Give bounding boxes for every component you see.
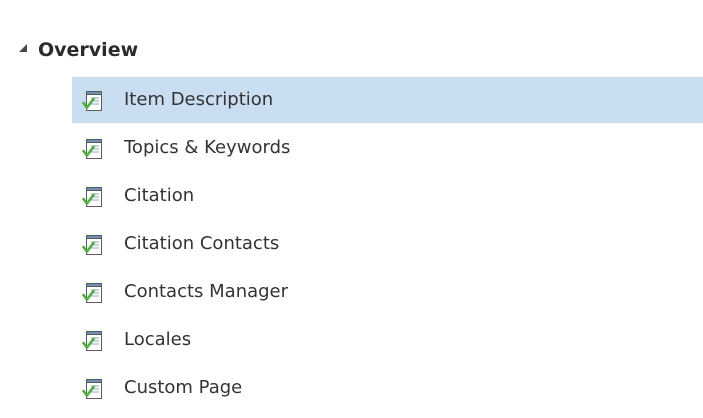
tree-item-custom-page[interactable]: Custom Page	[0, 364, 703, 412]
metadata-page-check-icon	[82, 281, 106, 305]
tree-item-label: Citation	[124, 185, 195, 206]
tree-item-locales[interactable]: Locales	[0, 316, 703, 364]
tree-item-citation-contacts[interactable]: Citation Contacts	[0, 220, 703, 268]
tree-item-contacts-manager[interactable]: Contacts Manager	[0, 268, 703, 316]
collapse-triangle-icon[interactable]	[19, 44, 27, 52]
tree-item-citation[interactable]: Citation	[0, 172, 703, 220]
metadata-contents-tree: Overview Item Description Topics & Keywo…	[0, 0, 703, 418]
tree-item-label: Locales	[124, 329, 192, 350]
metadata-page-check-icon	[82, 377, 106, 401]
metadata-page-check-icon	[82, 89, 106, 113]
tree-items: Item Description Topics & Keywords Citat…	[0, 76, 703, 412]
tree-item-label: Citation Contacts	[124, 233, 280, 254]
tree-item-label: Custom Page	[124, 377, 243, 398]
metadata-page-check-icon	[82, 185, 106, 209]
tree-item-item-description[interactable]: Item Description	[0, 76, 703, 124]
group-header-overview[interactable]: Overview	[0, 30, 703, 70]
group-label: Overview	[38, 39, 139, 61]
metadata-page-check-icon	[82, 137, 106, 161]
metadata-page-check-icon	[82, 233, 106, 257]
tree-item-label: Topics & Keywords	[124, 137, 291, 158]
tree-item-topics-keywords[interactable]: Topics & Keywords	[0, 124, 703, 172]
metadata-page-check-icon	[82, 329, 106, 353]
tree-item-label: Contacts Manager	[124, 281, 289, 302]
tree-item-label: Item Description	[124, 89, 274, 110]
